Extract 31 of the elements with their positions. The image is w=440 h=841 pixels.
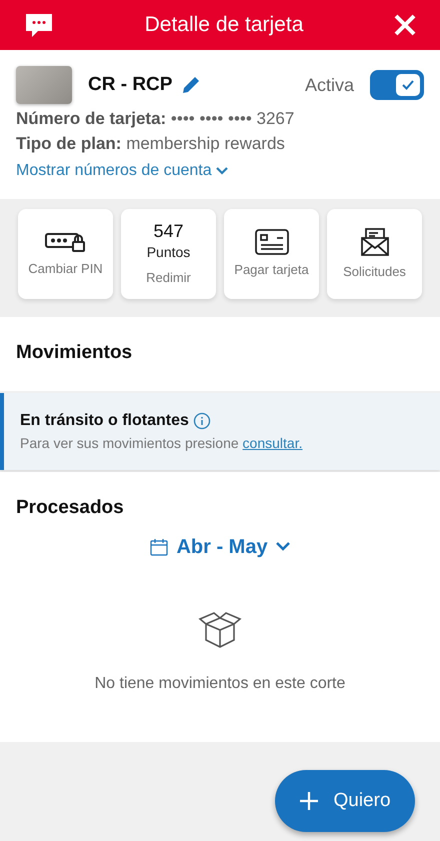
action-button[interactable]: 547 Puntos Redimir — [121, 208, 216, 298]
section-title: Procesados — [16, 496, 125, 520]
action-button[interactable]: Cambiar PIN — [18, 208, 113, 298]
chevron-down-icon — [276, 542, 290, 551]
chat-icon[interactable] — [24, 12, 54, 38]
card-detail: Tipo de plan: membership rewards — [16, 133, 286, 154]
close-icon[interactable] — [394, 14, 416, 36]
card-detail: Número de tarjeta: •••• •••• •••• 3267 — [16, 108, 296, 130]
show-accounts-link[interactable]: Mostrar números de cuenta — [16, 158, 228, 182]
plus-icon — [299, 791, 320, 811]
chevron-down-icon — [216, 166, 228, 174]
status-label: Activa — [304, 74, 354, 96]
section-title: Movimientos — [16, 340, 134, 364]
page-title: Detalle de tarjeta — [144, 12, 304, 38]
quiero-button[interactable]: Quiero — [275, 770, 415, 832]
action-button[interactable]: Solicitudes — [327, 208, 422, 298]
card-icon — [254, 229, 288, 256]
period-selector[interactable]: Abr - May — [144, 530, 296, 562]
password-lock-icon — [44, 231, 86, 254]
envelope-icon — [360, 227, 390, 258]
consult-link[interactable]: consultar. — [242, 435, 302, 451]
calendar-icon — [150, 538, 168, 556]
active-toggle[interactable] — [370, 70, 424, 100]
transit-text: Para ver sus movimientos presione consultar. — [20, 434, 304, 453]
info-icon[interactable] — [192, 412, 211, 430]
transit-title: En tránsito o flotantes — [20, 411, 189, 431]
check-icon — [402, 80, 414, 90]
empty-message: No tiene movimientos en este corte — [94, 674, 346, 694]
credit-card-image — [16, 66, 72, 104]
card-name: CR - RCP — [88, 72, 172, 97]
action-button[interactable]: Pagar tarjeta — [224, 208, 319, 298]
